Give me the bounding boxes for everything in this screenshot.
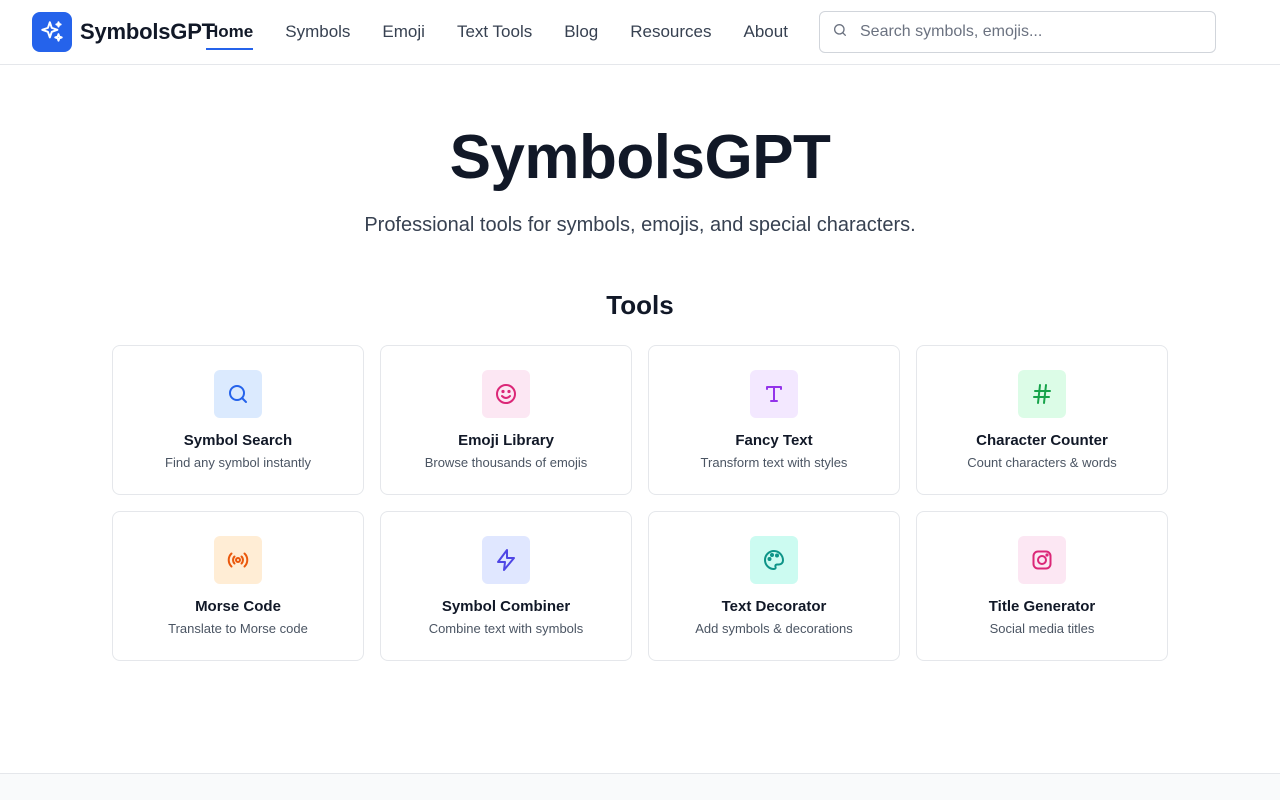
tool-card-emoji-library[interactable]: Emoji Library Browse thousands of emojis xyxy=(380,345,632,495)
tool-title: Emoji Library xyxy=(458,432,554,449)
radio-icon xyxy=(214,536,262,584)
tool-card-symbol-search[interactable]: Symbol Search Find any symbol instantly xyxy=(112,345,364,495)
site-header: SymbolsGPT Home Symbols Emoji Text Tools… xyxy=(0,0,1280,65)
nav-emoji[interactable]: Emoji xyxy=(382,20,425,44)
search-input[interactable] xyxy=(860,23,1190,41)
tool-card-symbol-combiner[interactable]: Symbol Combiner Combine text with symbol… xyxy=(380,511,632,661)
tool-card-title-generator[interactable]: Title Generator Social media titles xyxy=(916,511,1168,661)
footer xyxy=(0,773,1280,800)
hero-title: SymbolsGPT xyxy=(449,123,831,192)
nav-home[interactable]: Home xyxy=(206,20,254,50)
nav-symbols[interactable]: Symbols xyxy=(285,20,350,44)
smile-icon xyxy=(482,370,530,418)
nav-about[interactable]: About xyxy=(744,20,788,44)
tool-title: Symbol Combiner xyxy=(441,598,571,615)
nav-resources[interactable]: Resources xyxy=(630,20,711,44)
sparkles-icon xyxy=(32,12,72,52)
tool-description: Combine text with symbols xyxy=(428,621,584,636)
search-icon xyxy=(214,370,262,418)
tool-title: Title Generator xyxy=(988,598,1096,615)
search-box[interactable] xyxy=(819,11,1216,53)
tool-description: Add symbols & decorations xyxy=(695,621,853,636)
tool-card-morse-code[interactable]: Morse Code Translate to Morse code xyxy=(112,511,364,661)
brand-logo[interactable]: SymbolsGPT xyxy=(32,12,215,52)
tool-title: Fancy Text xyxy=(735,432,813,449)
tool-title: Morse Code xyxy=(195,598,281,615)
tool-title: Text Decorator xyxy=(721,598,827,615)
tool-description: Find any symbol instantly xyxy=(165,455,311,470)
tool-title: Character Counter xyxy=(976,432,1108,449)
instagram-icon xyxy=(1018,536,1066,584)
zap-icon xyxy=(482,536,530,584)
tool-title: Symbol Search xyxy=(183,432,293,449)
tool-description: Browse thousands of emojis xyxy=(424,455,588,470)
tool-description: Translate to Morse code xyxy=(168,621,308,636)
tool-description: Transform text with styles xyxy=(700,455,848,470)
tools-grid: Symbol Search Find any symbol instantly … xyxy=(112,345,1168,661)
brand-name: SymbolsGPT xyxy=(80,19,215,44)
tool-description: Social media titles xyxy=(989,621,1095,636)
tool-card-character-counter[interactable]: Character Counter Count characters & wor… xyxy=(916,345,1168,495)
hero-subtitle: Professional tools for symbols, emojis, … xyxy=(364,214,916,236)
palette-icon xyxy=(750,536,798,584)
tool-card-text-decorator[interactable]: Text Decorator Add symbols & decorations xyxy=(648,511,900,661)
main-nav: Home Symbols Emoji Text Tools Blog Resou… xyxy=(206,0,820,64)
nav-blog[interactable]: Blog xyxy=(564,20,598,44)
tool-description: Count characters & words xyxy=(967,455,1117,470)
tools-heading: Tools xyxy=(606,290,674,320)
hash-icon xyxy=(1018,370,1066,418)
nav-text-tools[interactable]: Text Tools xyxy=(457,20,532,44)
search-icon xyxy=(832,22,848,43)
tool-card-fancy-text[interactable]: Fancy Text Transform text with styles xyxy=(648,345,900,495)
type-icon xyxy=(750,370,798,418)
